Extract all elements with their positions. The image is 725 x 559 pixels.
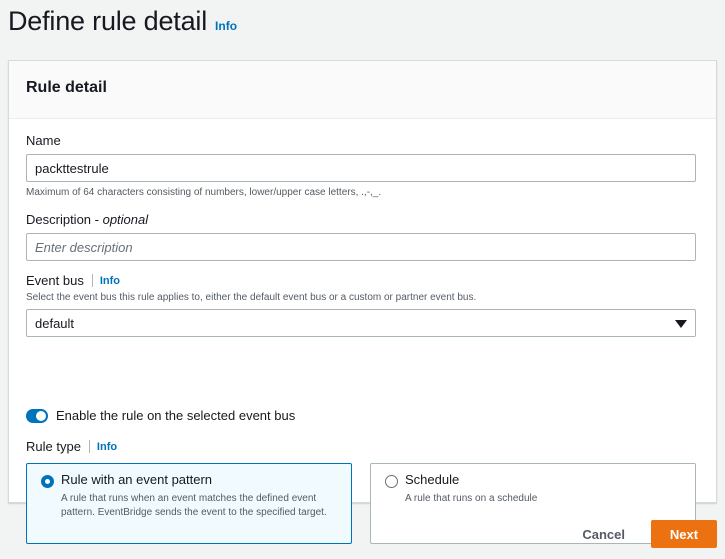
- caret-down-icon: [675, 320, 687, 328]
- event-bus-label-row: Event bus Info: [26, 273, 120, 288]
- option-title: Schedule: [405, 472, 460, 487]
- footer-actions: Cancel Next: [570, 520, 717, 548]
- enable-rule-toggle[interactable]: [26, 408, 48, 423]
- panel-title: Rule detail: [26, 79, 107, 96]
- name-input[interactable]: [26, 154, 696, 182]
- event-bus-select[interactable]: default: [26, 309, 696, 337]
- name-label: Name: [26, 133, 61, 148]
- rule-detail-panel: Rule detail Name Maximum of 64 character…: [8, 60, 717, 544]
- option-description: A rule that runs on a schedule: [405, 493, 538, 504]
- panel-header: Rule detail: [9, 61, 716, 119]
- page-info-link[interactable]: Info: [215, 19, 237, 33]
- label-divider: [91, 274, 93, 287]
- rule-type-label: Rule type: [26, 439, 81, 454]
- event-bus-label: Event bus: [26, 273, 84, 288]
- rule-type-label-row: Rule type Info: [26, 439, 117, 454]
- page-header: Define rule detail Info: [8, 6, 717, 37]
- cancel-button[interactable]: Cancel: [570, 521, 637, 548]
- rule-type-info-link[interactable]: Info: [97, 441, 117, 453]
- description-optional-label: optional: [102, 212, 149, 227]
- radio-selected-icon[interactable]: [41, 475, 54, 488]
- option-title: Rule with an event pattern: [61, 472, 213, 487]
- next-button[interactable]: Next: [651, 520, 717, 548]
- description-label: Description - optional: [26, 212, 148, 227]
- event-bus-selected-value: default: [35, 316, 75, 331]
- label-divider: [88, 440, 90, 453]
- description-label-separator: -: [91, 212, 103, 227]
- name-hint: Maximum of 64 characters consisting of n…: [26, 187, 382, 198]
- rule-type-option-event-pattern[interactable]: Rule with an event pattern A rule that r…: [26, 463, 352, 544]
- toggle-knob: [36, 410, 46, 421]
- enable-rule-row: Enable the rule on the selected event bu…: [26, 408, 295, 423]
- description-label-text: Description: [26, 212, 92, 227]
- event-bus-hint: Select the event bus this rule applies t…: [26, 292, 477, 303]
- description-input[interactable]: [26, 233, 696, 261]
- option-description: A rule that runs when an event matches t…: [61, 493, 327, 518]
- radio-unselected-icon[interactable]: [385, 475, 398, 488]
- page-title: Define rule detail: [8, 6, 208, 36]
- enable-rule-label: Enable the rule on the selected event bu…: [56, 408, 296, 423]
- event-bus-info-link[interactable]: Info: [100, 275, 120, 287]
